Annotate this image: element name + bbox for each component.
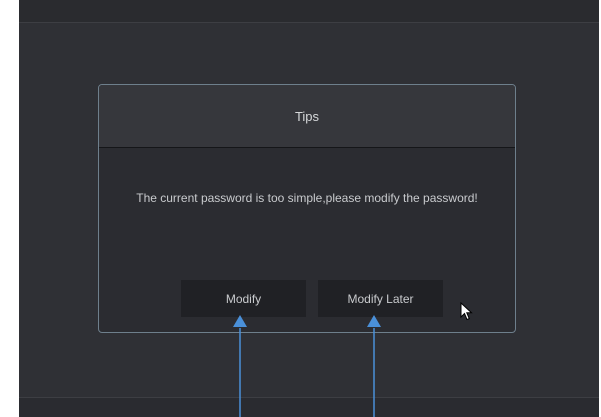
dialog-title: Tips	[294, 108, 320, 124]
bottom-bar	[19, 397, 599, 417]
modify-later-button[interactable]: Modify Later	[318, 280, 443, 317]
dialog-message: The current password is too simple,pleas…	[136, 191, 478, 205]
app-screen: Tips The current password is too simple,…	[19, 0, 599, 417]
tips-dialog: Tips The current password is too simple,…	[98, 84, 516, 333]
dialog-header: Tips	[99, 85, 515, 148]
modify-button[interactable]: Modify	[181, 280, 306, 317]
top-bar	[19, 0, 599, 23]
mouse-pointer-icon	[460, 302, 473, 321]
